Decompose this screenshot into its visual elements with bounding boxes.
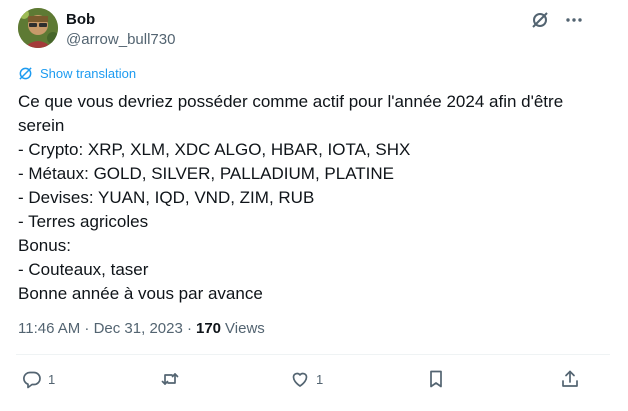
tweet: Bob @arrow_bull730 Show translation Ce q… bbox=[0, 0, 628, 411]
bookmark-icon bbox=[430, 370, 442, 388]
timestamp[interactable]: 11:46 AM · Dec 31, 2023 · bbox=[18, 320, 192, 337]
share-button[interactable] bbox=[560, 369, 580, 389]
show-translation-label: Show translation bbox=[40, 66, 137, 81]
like-count: 1 bbox=[316, 371, 324, 387]
tweet-meta: 11:46 AM · Dec 31, 2023 · 170 Views bbox=[18, 320, 265, 337]
tweet-line: - Métaux: GOLD, SILVER, PALLADIUM, PLATI… bbox=[18, 164, 395, 183]
tweet-text: Ce que vous devriez posséder comme actif… bbox=[18, 90, 608, 306]
author-handle[interactable]: @arrow_bull730 bbox=[66, 31, 175, 48]
retweet-icon bbox=[161, 373, 179, 385]
tweet-line: - Terres agricoles bbox=[18, 212, 149, 231]
share-icon bbox=[562, 370, 578, 387]
author-name[interactable]: Bob bbox=[66, 11, 95, 28]
divider bbox=[16, 354, 610, 355]
action-bar: 1 1 bbox=[18, 369, 588, 393]
tweet-line: - Couteaux, taser bbox=[18, 260, 149, 279]
grok-icon[interactable] bbox=[530, 10, 550, 30]
tweet-line: serein bbox=[18, 116, 65, 135]
globe-icon bbox=[19, 67, 32, 80]
tweet-line: - Crypto: XRP, XLM, XDC ALGO, HBAR, IOTA… bbox=[18, 140, 411, 159]
bookmark-button[interactable] bbox=[426, 369, 446, 389]
tweet-line: Ce que vous devriez posséder comme actif… bbox=[18, 92, 564, 111]
avatar-image bbox=[18, 8, 58, 48]
tweet-line: - Devises: YUAN, IQD, VND, ZIM, RUB bbox=[18, 188, 315, 207]
views-label: Views bbox=[225, 320, 265, 337]
show-translation-link[interactable]: Show translation bbox=[18, 66, 136, 81]
top-icons bbox=[530, 10, 584, 30]
avatar[interactable] bbox=[18, 8, 58, 48]
reply-count: 1 bbox=[48, 371, 56, 387]
retweet-button[interactable] bbox=[160, 369, 186, 389]
reply-icon bbox=[23, 371, 41, 389]
reply-button[interactable]: 1 bbox=[22, 369, 55, 389]
more-icon[interactable] bbox=[564, 10, 584, 30]
views-count: 170 bbox=[196, 320, 222, 337]
tweet-line: Bonne année à vous par avance bbox=[18, 284, 263, 303]
heart-icon bbox=[292, 372, 308, 387]
like-button[interactable]: 1 bbox=[290, 369, 323, 389]
tweet-line: Bonus: bbox=[18, 236, 71, 255]
